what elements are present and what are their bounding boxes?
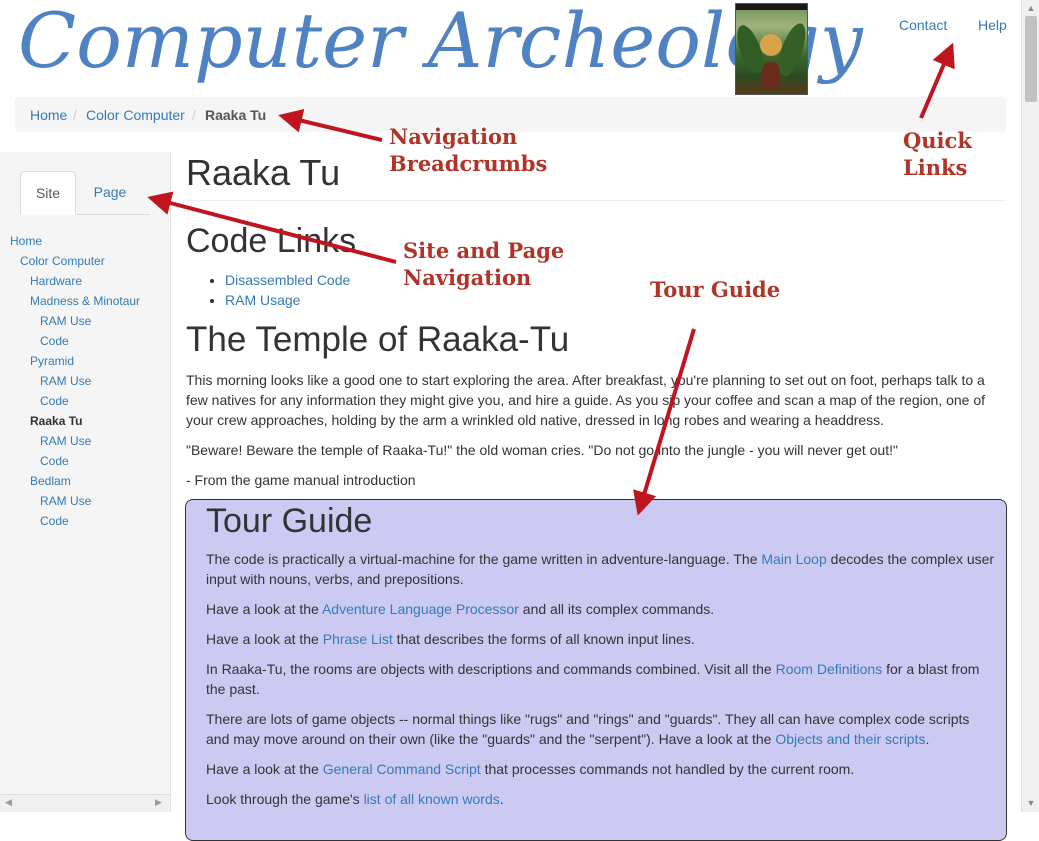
annotation-tour-guide: Tour Guide (650, 277, 781, 302)
annotation-quick-links: Quick Links (903, 128, 972, 180)
tour-guide-arrow (633, 328, 696, 516)
annotation-site-page-nav: Site and Page Navigation (403, 238, 565, 290)
breadcrumb-arrow (278, 109, 383, 142)
annotation-breadcrumbs: Navigation Breadcrumbs (389, 124, 548, 176)
quick-links-arrow (919, 42, 955, 119)
annotation-arrows (147, 42, 955, 516)
site-page-nav-arrow (147, 191, 397, 264)
